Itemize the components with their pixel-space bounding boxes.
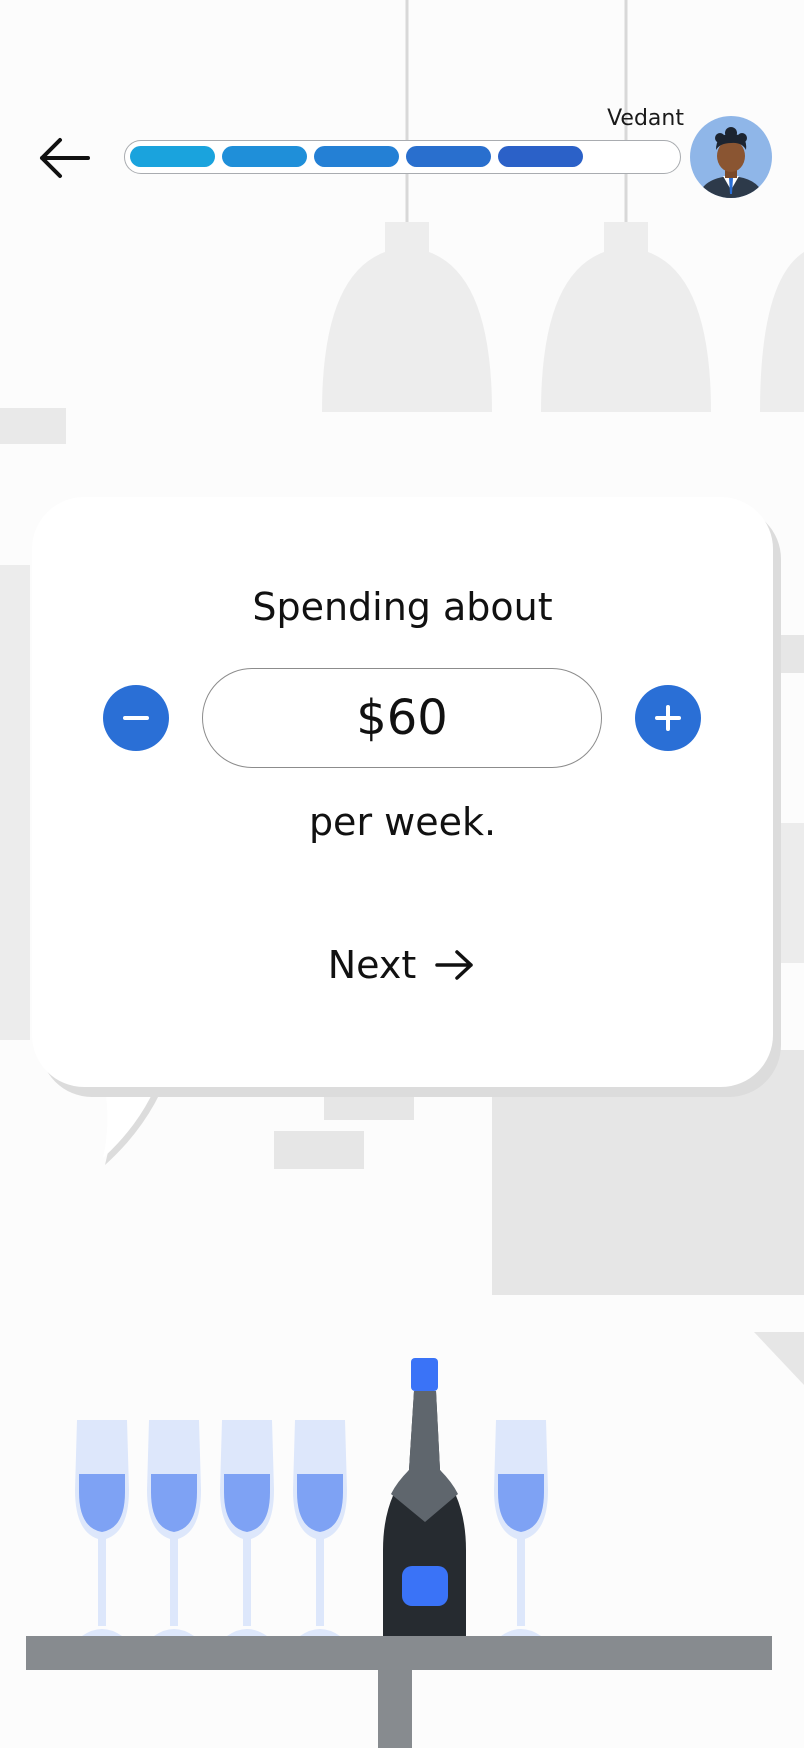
increment-button[interactable] <box>635 685 701 751</box>
progress-segment <box>314 146 399 167</box>
minus-icon <box>123 716 149 720</box>
progress-segment <box>222 146 307 167</box>
pendant-lamp <box>760 252 804 412</box>
progress-segment <box>130 146 215 167</box>
next-label: Next <box>327 943 417 987</box>
period-label: per week. <box>308 800 497 844</box>
amount-field[interactable]: $60 <box>202 668 602 768</box>
champagne-glass <box>494 1420 548 1636</box>
amount-value: $60 <box>356 690 448 746</box>
next-button[interactable]: Next <box>302 935 502 995</box>
champagne-glass <box>75 1420 129 1636</box>
progress-segment <box>498 146 583 167</box>
avatar[interactable] <box>690 116 772 198</box>
user-name: Vedant <box>607 106 684 131</box>
back-button[interactable] <box>30 128 100 188</box>
pendant-lamp <box>322 0 492 412</box>
pendant-lamp <box>541 0 711 412</box>
champagne-glass <box>293 1420 347 1636</box>
user-avatar-icon <box>690 116 772 198</box>
champagne-glass <box>147 1420 201 1636</box>
arrow-left-icon <box>40 138 90 178</box>
shelf <box>26 1636 772 1670</box>
decrement-button[interactable] <box>103 685 169 751</box>
progress-bar <box>124 140 681 174</box>
champagne-glass <box>220 1420 274 1636</box>
progress-segment <box>406 146 491 167</box>
champagne-bottle <box>383 1358 466 1636</box>
arrow-right-icon <box>435 950 474 980</box>
spending-prompt: Spending about <box>252 585 553 629</box>
plus-icon <box>655 705 681 731</box>
